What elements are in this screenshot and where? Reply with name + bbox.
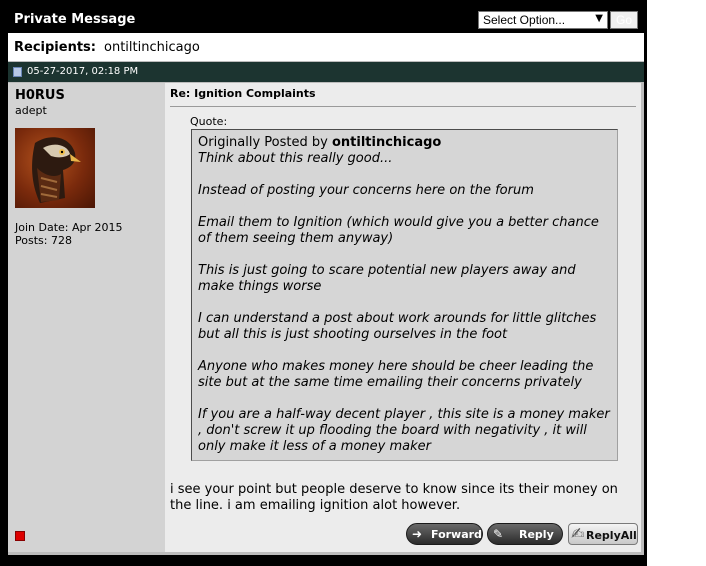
pencil-icon: ✎ xyxy=(493,527,504,541)
quote-paragraph: If you are a half-way decent player , th… xyxy=(198,407,610,454)
option-select[interactable]: Select Option... ▼ xyxy=(478,11,608,29)
reply-button[interactable]: ✎ Reply xyxy=(487,523,563,545)
forward-label: Forward xyxy=(431,528,482,541)
edit-document-icon: ✍ xyxy=(571,524,585,543)
reply-label: Reply xyxy=(519,528,554,541)
quote-paragraph: Anyone who makes money here should be ch… xyxy=(198,359,594,390)
hawk-avatar-icon xyxy=(32,137,81,203)
quote-label: Quote: xyxy=(190,115,228,128)
option-select-value: Select Option... xyxy=(483,13,566,27)
recipients-value: ontiltinchicago xyxy=(104,40,200,55)
page-margin xyxy=(647,0,706,566)
user-info-panel: H0RUS adept Join Date: Apr 2015 Posts: 7… xyxy=(8,83,165,552)
offline-status-icon xyxy=(15,531,25,541)
reply-all-label: ReplyAll xyxy=(586,529,637,542)
post-date-bar: 05-27-2017, 02:18 PM xyxy=(8,62,644,82)
title-divider xyxy=(170,106,636,107)
join-date: Join Date: Apr 2015 xyxy=(15,221,123,234)
recipients-row: Recipients: ontiltinchicago xyxy=(8,33,644,62)
forward-button[interactable]: ➜ Forward xyxy=(406,523,483,545)
go-button[interactable]: Go xyxy=(610,11,638,29)
post-icon xyxy=(13,67,22,77)
user-rank: adept xyxy=(15,104,47,117)
quote-paragraph: Email them to Ignition (which would give… xyxy=(198,215,599,246)
header-bar: Private Message Select Option... ▼ Go xyxy=(8,7,644,33)
forward-arrow-icon: ➜ xyxy=(412,527,423,541)
quote-by-prefix: Originally Posted by xyxy=(198,135,328,150)
quote-attribution: Originally Posted by ontiltinchicago xyxy=(198,135,611,151)
quote-paragraph: This is just going to scare potential ne… xyxy=(198,263,576,294)
quote-paragraph: Instead of posting your concerns here on… xyxy=(198,183,534,198)
message-title: Re: Ignition Complaints xyxy=(170,87,316,100)
message-text: i see your point but people deserve to k… xyxy=(170,482,618,513)
post-date: 05-27-2017, 02:18 PM xyxy=(27,66,139,77)
username[interactable]: H0RUS xyxy=(15,88,65,103)
recipients-label: Recipients: xyxy=(14,40,96,55)
post-count: Posts: 728 xyxy=(15,234,72,247)
quote-author: ontiltinchicago xyxy=(331,135,442,150)
quote-paragraph: I can understand a post about work aroun… xyxy=(198,311,597,342)
quote-box: Originally Posted by ontiltinchicago Thi… xyxy=(191,129,618,461)
chevron-down-icon: ▼ xyxy=(595,13,603,24)
avatar[interactable] xyxy=(15,128,95,208)
quote-paragraph: Think about this really good... xyxy=(198,151,393,166)
reply-all-button[interactable]: ✍ ReplyAll xyxy=(568,523,638,545)
message-body: Re: Ignition Complaints Quote: Originall… xyxy=(165,83,641,552)
page-title: Private Message xyxy=(14,12,136,27)
